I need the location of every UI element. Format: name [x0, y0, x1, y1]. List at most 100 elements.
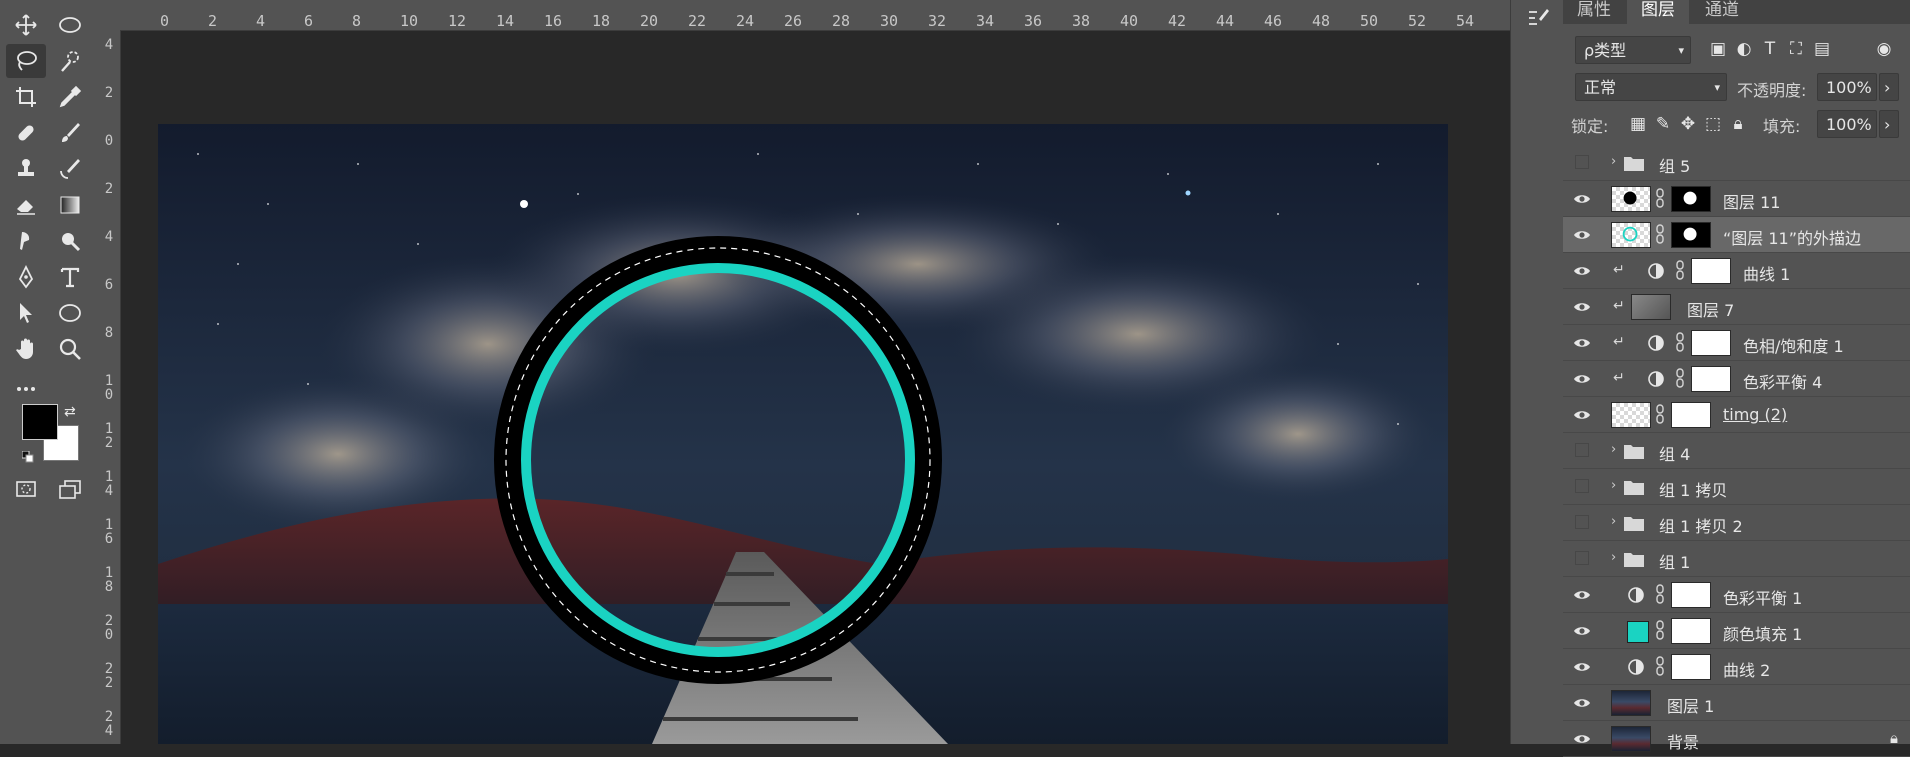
- artwork-image[interactable]: [158, 124, 1448, 744]
- eye-icon[interactable]: [1573, 190, 1591, 208]
- eyedropper-tool-icon[interactable]: [50, 80, 90, 114]
- gradient-tool-icon[interactable]: [50, 188, 90, 222]
- link-icon[interactable]: [1655, 223, 1665, 245]
- layer-mask-thumbnail[interactable]: [1671, 222, 1711, 248]
- eye-icon[interactable]: [1573, 622, 1591, 640]
- layer-name[interactable]: 色彩平衡 1: [1723, 585, 1802, 609]
- fill-chevron-icon[interactable]: ›: [1879, 110, 1899, 138]
- layer-name[interactable]: 组 4: [1659, 441, 1690, 465]
- move-tool-icon[interactable]: [6, 8, 46, 42]
- tab-properties[interactable]: 属性: [1563, 0, 1625, 24]
- link-icon[interactable]: [1675, 259, 1685, 281]
- layer-row[interactable]: › 组 4: [1563, 433, 1910, 469]
- layer-mask-thumbnail[interactable]: [1691, 258, 1731, 284]
- hand-tool-icon[interactable]: [6, 332, 46, 366]
- filter-type-icon[interactable]: T: [1759, 38, 1781, 60]
- eye-icon[interactable]: [1573, 226, 1591, 244]
- type-tool-icon[interactable]: [50, 260, 90, 294]
- dodge-tool-icon[interactable]: [50, 224, 90, 258]
- layer-row[interactable]: ↵ 色彩平衡 4: [1563, 361, 1910, 397]
- link-icon[interactable]: [1675, 367, 1685, 389]
- layer-thumbnail[interactable]: [1611, 222, 1651, 248]
- layer-row[interactable]: 颜色填充 1: [1563, 613, 1910, 649]
- link-icon[interactable]: [1655, 403, 1665, 425]
- eye-icon[interactable]: [1573, 586, 1591, 604]
- link-icon[interactable]: [1655, 187, 1665, 209]
- layer-mask-thumbnail[interactable]: [1671, 402, 1711, 428]
- visibility-toggle[interactable]: [1575, 443, 1589, 457]
- layer-name[interactable]: 图层 11: [1723, 189, 1780, 213]
- layer-name[interactable]: 组 1 拷贝: [1659, 477, 1727, 501]
- visibility-toggle[interactable]: [1575, 155, 1589, 169]
- chevron-right-icon[interactable]: ›: [1611, 154, 1616, 169]
- marquee-tool-icon[interactable]: [50, 8, 90, 42]
- layer-row[interactable]: › 组 5: [1563, 145, 1910, 181]
- tab-channels[interactable]: 通道: [1691, 0, 1753, 24]
- more-tools-icon[interactable]: [6, 372, 46, 406]
- layer-row[interactable]: ↵ 色相/饱和度 1: [1563, 325, 1910, 361]
- filter-toggle-icon[interactable]: ◉: [1873, 38, 1895, 60]
- layer-name[interactable]: 组 1: [1659, 549, 1690, 573]
- layer-thumbnail[interactable]: [1611, 726, 1651, 752]
- history-brush-tool-icon[interactable]: [50, 152, 90, 186]
- layer-row[interactable]: timg (2): [1563, 397, 1910, 433]
- eye-icon[interactable]: [1573, 370, 1591, 388]
- screen-mode-icon[interactable]: [50, 472, 90, 506]
- layer-row[interactable]: 背景 🔒︎: [1563, 721, 1910, 757]
- layer-name[interactable]: 颜色填充 1: [1723, 621, 1802, 645]
- tab-layers[interactable]: 图层: [1627, 0, 1689, 24]
- pen-tool-icon[interactable]: [6, 260, 46, 294]
- layer-name[interactable]: “图层 11”的外描边: [1723, 225, 1861, 249]
- path-selection-tool-icon[interactable]: [6, 296, 46, 330]
- chevron-right-icon[interactable]: ›: [1611, 478, 1616, 493]
- ellipse-tool-icon[interactable]: [50, 296, 90, 330]
- link-icon[interactable]: [1655, 655, 1665, 677]
- eye-icon[interactable]: [1573, 262, 1591, 280]
- layer-mask-thumbnail[interactable]: [1671, 618, 1711, 644]
- layer-name[interactable]: 图层 1: [1667, 693, 1714, 717]
- layer-mask-thumbnail[interactable]: [1671, 654, 1711, 680]
- filter-shape-icon[interactable]: ⛶: [1785, 38, 1807, 60]
- layer-row[interactable]: “图层 11”的外描边: [1563, 217, 1910, 253]
- layer-name[interactable]: 组 1 拷贝 2: [1659, 513, 1743, 537]
- layer-name[interactable]: timg (2): [1723, 405, 1787, 424]
- opacity-chevron-icon[interactable]: ›: [1879, 73, 1899, 101]
- blend-mode-dropdown[interactable]: 正常 ▾: [1575, 73, 1727, 101]
- visibility-toggle[interactable]: [1575, 479, 1589, 493]
- eye-icon[interactable]: [1573, 658, 1591, 676]
- eye-icon[interactable]: [1573, 406, 1591, 424]
- document-canvas[interactable]: [121, 31, 1510, 744]
- layer-name[interactable]: 曲线 1: [1743, 261, 1790, 285]
- layer-name[interactable]: 色相/饱和度 1: [1743, 333, 1844, 357]
- layer-mask-thumbnail[interactable]: [1691, 330, 1731, 356]
- layer-row[interactable]: 图层 11: [1563, 181, 1910, 217]
- chevron-right-icon[interactable]: ›: [1611, 550, 1616, 565]
- filter-pixel-icon[interactable]: ▣: [1707, 38, 1729, 60]
- brush-settings-icon[interactable]: [1526, 6, 1550, 30]
- fill-input[interactable]: 100%: [1817, 110, 1877, 138]
- lock-artboard-icon[interactable]: ⬚: [1702, 113, 1724, 135]
- layer-name[interactable]: 组 5: [1659, 153, 1690, 177]
- lock-image-icon[interactable]: ✎: [1652, 113, 1674, 135]
- clone-stamp-tool-icon[interactable]: [6, 152, 46, 186]
- filter-smart-object-icon[interactable]: ▤: [1811, 38, 1833, 60]
- layer-mask-thumbnail[interactable]: [1691, 366, 1731, 392]
- opacity-input[interactable]: 100%: [1817, 73, 1877, 101]
- healing-brush-tool-icon[interactable]: [6, 116, 46, 150]
- filter-adjustment-icon[interactable]: ◐: [1733, 38, 1755, 60]
- layer-thumbnail[interactable]: [1611, 186, 1651, 212]
- layer-filter-dropdown[interactable]: ρ类型 ▾: [1575, 36, 1691, 64]
- quick-mask-icon[interactable]: [6, 472, 46, 506]
- layer-mask-thumbnail[interactable]: [1671, 582, 1711, 608]
- layer-row[interactable]: › 组 1 拷贝 2: [1563, 505, 1910, 541]
- quick-selection-tool-icon[interactable]: [50, 44, 90, 78]
- layer-row[interactable]: ↵ 图层 7: [1563, 289, 1910, 325]
- layer-thumbnail[interactable]: [1611, 690, 1651, 716]
- layer-row[interactable]: › 组 1: [1563, 541, 1910, 577]
- zoom-tool-icon[interactable]: [50, 332, 90, 366]
- swap-colors-icon[interactable]: ⇄: [64, 404, 76, 420]
- foreground-color-swatch[interactable]: [22, 404, 58, 440]
- crop-tool-icon[interactable]: [6, 80, 46, 114]
- eye-icon[interactable]: [1573, 694, 1591, 712]
- layer-name[interactable]: 图层 7: [1687, 297, 1734, 321]
